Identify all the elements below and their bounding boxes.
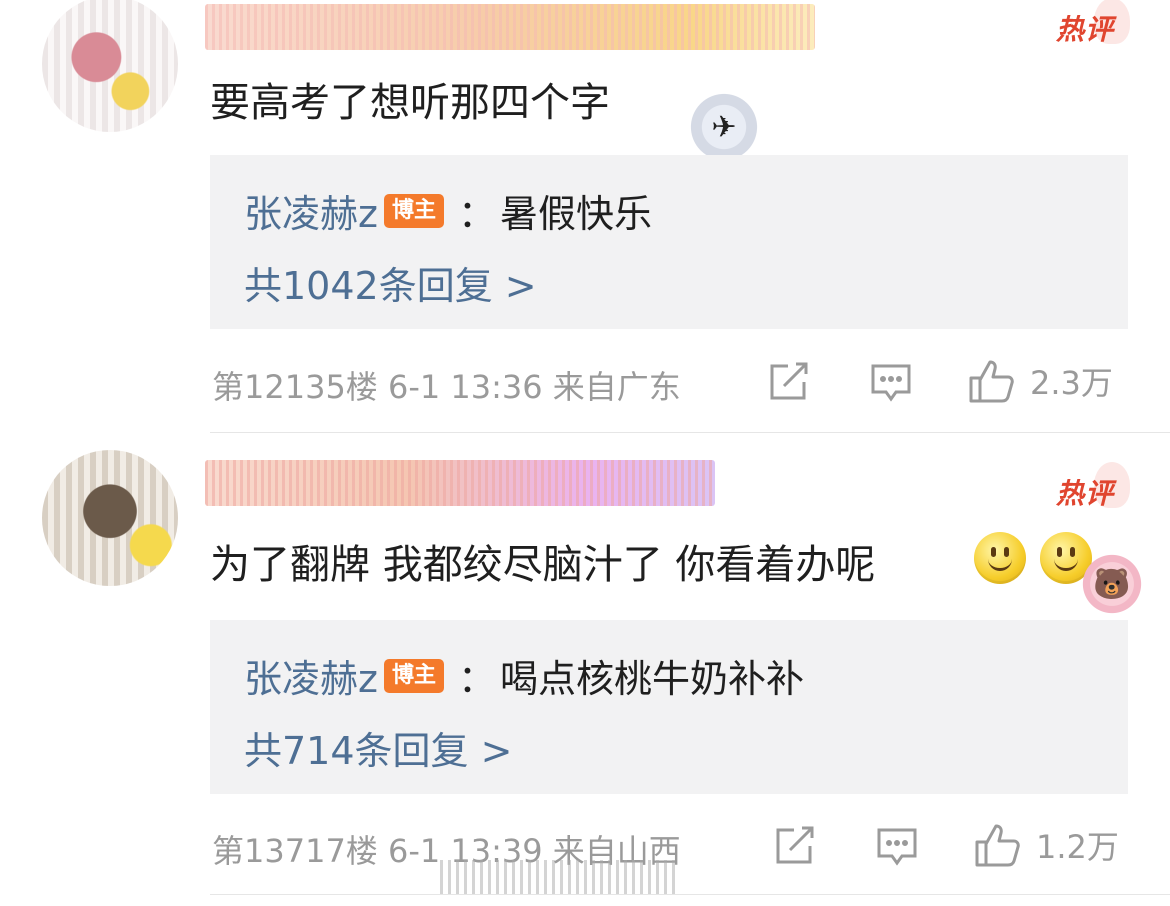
comment-button[interactable] bbox=[870, 362, 912, 404]
hot-comment-badge: 热评 bbox=[1056, 462, 1131, 512]
like-button[interactable]: 2.3万 bbox=[968, 358, 1113, 404]
comment-icon bbox=[877, 828, 917, 866]
comment-icon bbox=[871, 364, 911, 402]
share-icon bbox=[776, 826, 814, 864]
reply-preview[interactable]: 张凌赫z 博主 ： 暑假快乐 共1042条回复 > bbox=[210, 155, 1128, 329]
avatar[interactable] bbox=[42, 0, 178, 132]
blogger-badge: 博主 bbox=[383, 193, 444, 228]
username-blurred[interactable] bbox=[205, 460, 715, 506]
reply-text: 喝点核桃牛奶补补 bbox=[499, 657, 804, 701]
pink-bear-sticker-icon: 🐻 bbox=[1076, 552, 1148, 616]
view-replies-link[interactable]: 共714条回复 > bbox=[244, 720, 512, 775]
comment-item: 热评 要高考了想听那四个字 ✈ 张凌赫z 博主 ： 暑假快乐 共1042条回复 … bbox=[0, 0, 1170, 430]
share-button[interactable] bbox=[774, 826, 816, 866]
blogger-badge: 博主 bbox=[383, 658, 444, 693]
divider bbox=[210, 432, 1170, 433]
like-count: 2.3万 bbox=[1030, 364, 1113, 402]
reply-text: 暑假快乐 bbox=[499, 192, 652, 236]
comment-button[interactable] bbox=[876, 826, 918, 868]
reply-author-link[interactable]: 张凌赫z bbox=[244, 648, 378, 703]
reply-author-link[interactable]: 张凌赫z bbox=[244, 183, 378, 238]
hot-comment-badge: 热评 bbox=[1056, 0, 1131, 48]
avatar[interactable] bbox=[42, 450, 178, 586]
comment-meta: 第12135楼 6-1 13:36 来自广东 bbox=[212, 368, 681, 406]
thumbs-up-icon bbox=[975, 824, 1020, 867]
comment-body: 为了翻牌 我都绞尽脑汁了 你看着办呢 bbox=[210, 542, 876, 588]
thumbs-up-icon bbox=[969, 360, 1014, 403]
like-count: 1.2万 bbox=[1036, 828, 1119, 866]
reply-separator: ： bbox=[457, 657, 496, 701]
smile-emoji-icon bbox=[974, 532, 1026, 584]
airplane-sticker-icon: ✈ bbox=[682, 92, 766, 162]
like-button[interactable]: 1.2万 bbox=[974, 822, 1119, 868]
share-icon bbox=[770, 362, 808, 400]
divider bbox=[210, 894, 1170, 895]
comment-body: 要高考了想听那四个字 bbox=[210, 80, 610, 126]
share-button[interactable] bbox=[768, 362, 810, 402]
watermark-blurred bbox=[440, 860, 680, 894]
reply-separator: ： bbox=[457, 192, 496, 236]
reply-preview[interactable]: 张凌赫z 博主 ： 喝点核桃牛奶补补 共714条回复 > bbox=[210, 620, 1128, 794]
view-replies-link[interactable]: 共1042条回复 > bbox=[244, 255, 537, 310]
username-blurred[interactable] bbox=[205, 4, 815, 50]
comment-item: 热评 为了翻牌 我都绞尽脑汁了 你看着办呢 🐻 张凌赫z 博主 ： 喝点核桃牛奶… bbox=[0, 434, 1170, 906]
